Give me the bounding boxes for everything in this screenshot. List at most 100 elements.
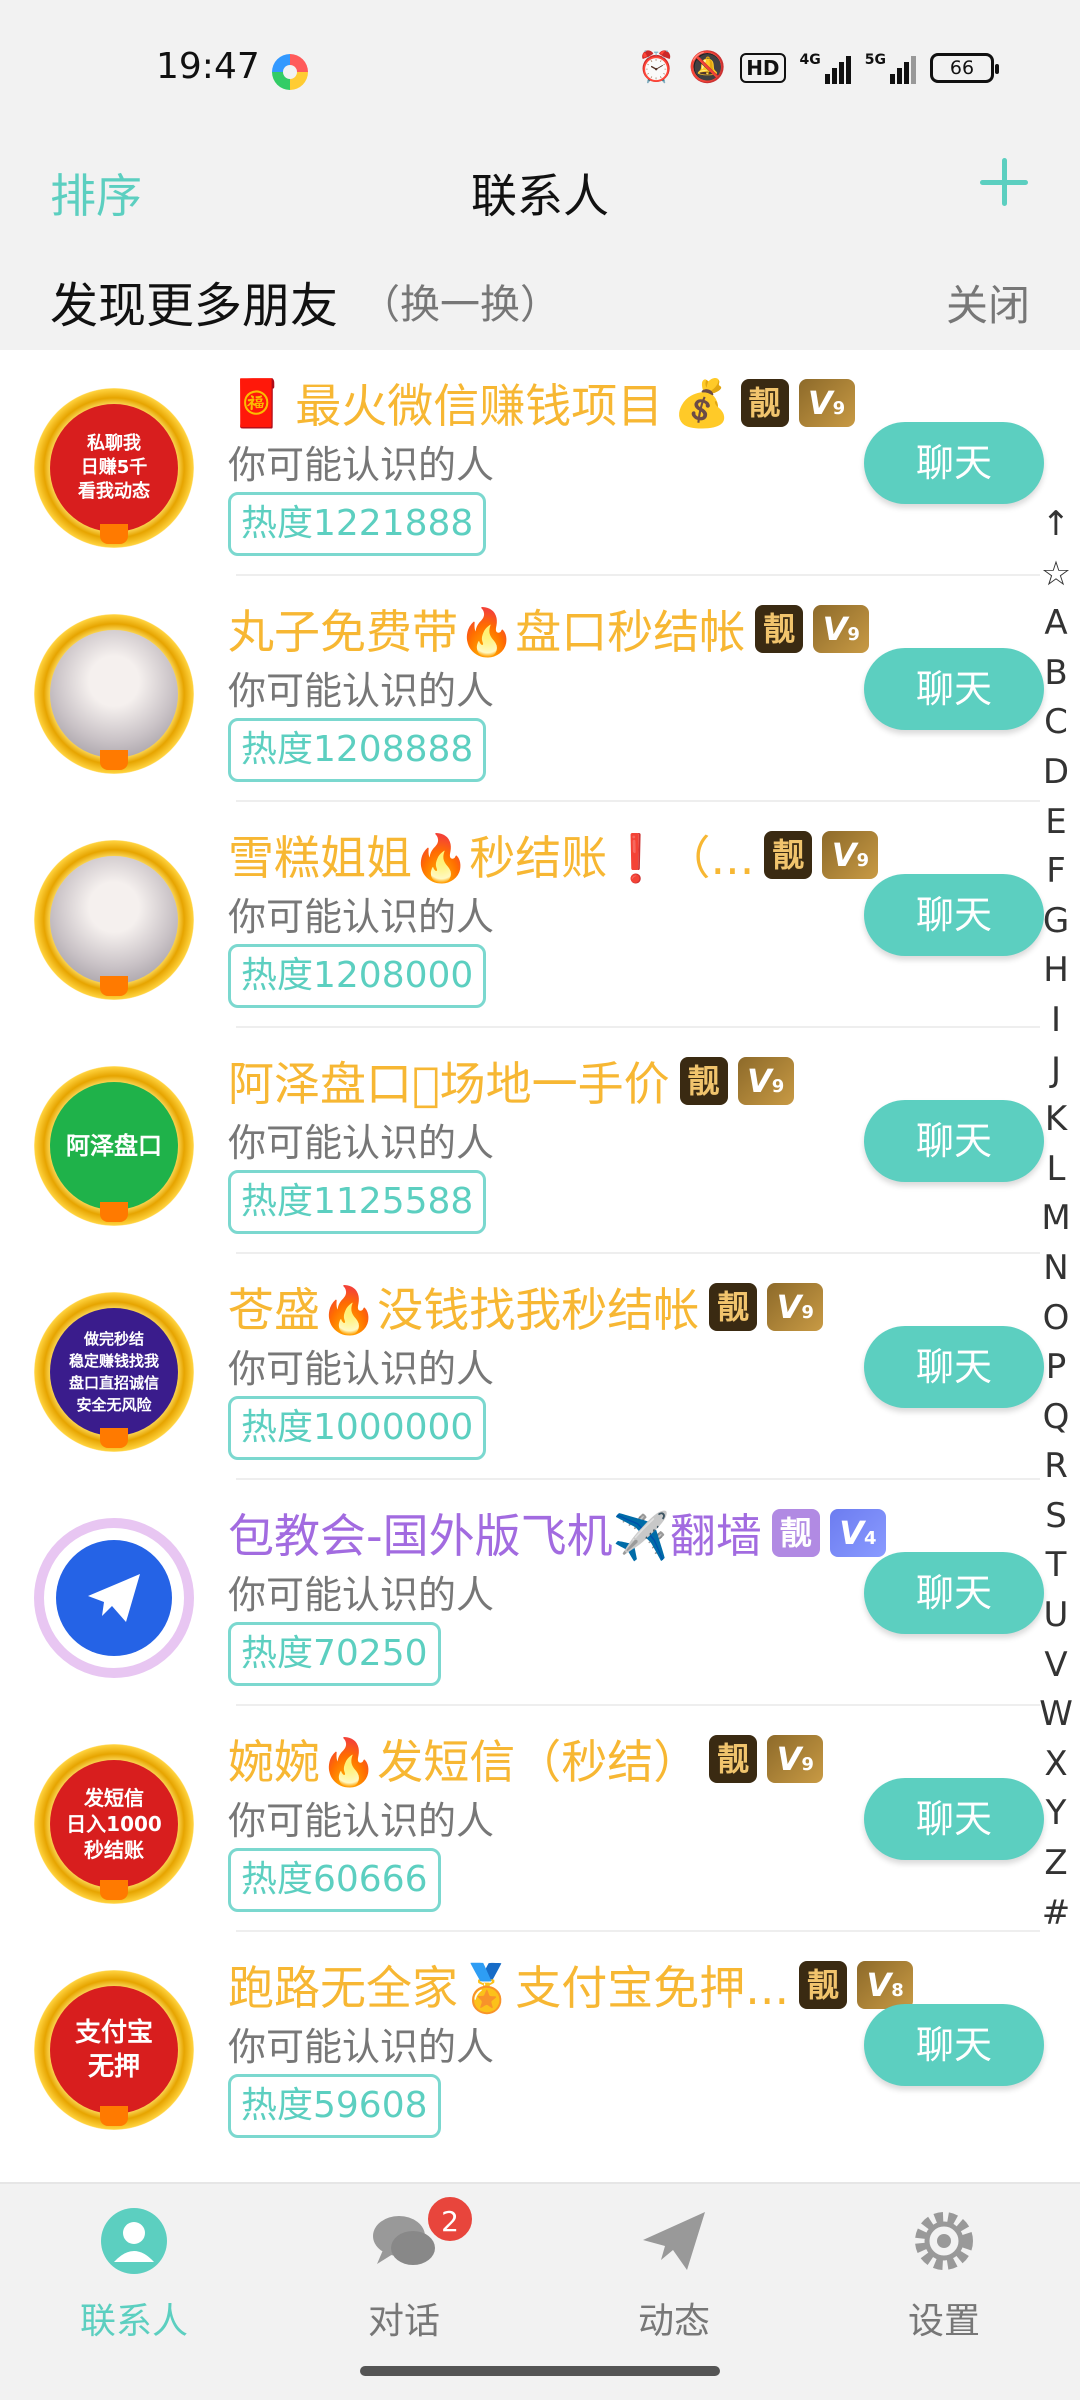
contact-name: 包教会-国外版飞机✈️翻墙 靓 V4 [228,1500,886,1566]
page-title: 联系人 [471,169,609,223]
avatar[interactable]: 私聊我 日赚5千 看我动态 [34,388,194,548]
avatar[interactable] [34,1518,194,1678]
index-letter[interactable]: H [1043,946,1069,996]
chat-button[interactable]: 聊天 [864,648,1044,730]
index-letter[interactable]: D [1043,748,1069,798]
refresh-button[interactable]: （换一换） [360,272,560,330]
nav-moments[interactable]: 动态 [574,2206,774,2344]
chat-button[interactable]: 聊天 [864,1100,1044,1182]
index-letter[interactable]: U [1044,1591,1069,1641]
avatar[interactable] [34,840,194,1000]
index-letter[interactable]: N [1043,1244,1068,1294]
heat-badge: 热度1208000 [228,944,487,1008]
index-letter[interactable]: O [1043,1294,1070,1344]
liang-badge: 靓 [755,605,804,653]
chat-button[interactable]: 聊天 [864,874,1044,956]
index-letter[interactable]: ↑ [1042,500,1071,550]
index-letter[interactable]: J [1051,1046,1061,1096]
liang-badge: 靓 [764,831,813,879]
avatar-image: 支付宝 无押 [50,1986,178,2114]
chat-button[interactable]: 聊天 [864,2004,1044,2086]
vip-badge: V9 [798,379,855,427]
avatar[interactable]: 发短信 日入1000 秒结账 [34,1744,194,1904]
index-letter[interactable]: R [1044,1442,1068,1492]
chat-button[interactable]: 聊天 [864,422,1044,504]
index-letter[interactable]: P [1046,1343,1067,1393]
vip-badge: V9 [767,1283,824,1331]
liang-badge: 靓 [709,1735,758,1783]
liang-badge: 靓 [799,1961,848,2009]
crown-icon [100,976,128,996]
liang-badge: 靓 [709,1283,758,1331]
contact-row[interactable]: 雪糕姐姐🔥秒结账❗（... 靓 V9 你可能认识的人 热度1208000 聊天 [0,802,1080,1028]
avatar[interactable]: 做完秒结 稳定赚钱找我 盘口直招诚信 安全无风险 [34,1292,194,1452]
avatar-image: 私聊我 日赚5千 看我动态 [50,404,178,532]
heat-badge: 热度1221888 [228,492,487,556]
index-letter[interactable]: ☆ [1041,550,1071,600]
home-indicator[interactable] [360,2366,720,2376]
index-letter[interactable]: V [1044,1641,1067,1691]
index-letter[interactable]: Y [1046,1789,1067,1839]
index-letter[interactable]: A [1044,599,1067,649]
index-letter[interactable]: S [1045,1492,1067,1542]
nav-label: 动态 [637,2301,710,2342]
unread-badge: 2 [425,2194,475,2244]
avatar-image [50,856,178,984]
heat-badge: 热度1208888 [228,718,487,782]
index-letter[interactable]: I [1051,996,1061,1046]
chat-button[interactable]: 聊天 [864,1778,1044,1860]
nav-label: 联系人 [79,2301,188,2342]
index-letter[interactable]: L [1047,1145,1066,1195]
crown-icon [100,1428,128,1448]
crown-icon [100,750,128,770]
avatar[interactable]: 支付宝 无押 [34,1970,194,2130]
vip-badge: V9 [813,605,870,653]
crown-icon [100,524,128,544]
index-letter[interactable]: W [1039,1690,1073,1740]
plus-icon[interactable] [980,158,1028,206]
close-button[interactable]: 关闭 [946,272,1030,333]
alphabet-index-bar[interactable]: ↑ ☆ A B C D E F G H I J K L M N O P Q R S T U V W X Y Z # [1036,500,1076,1938]
contact-row[interactable]: 支付宝 无押 跑路无全家🏅支付宝免押... 靓 V8 你可能认识的人 热度596… [0,1932,1080,2158]
index-letter[interactable]: Z [1044,1839,1067,1889]
nav-contacts[interactable]: 联系人 [34,2206,234,2344]
index-letter[interactable]: M [1041,1194,1070,1244]
contact-subtitle: 你可能认识的人 [228,2025,495,2069]
avatar[interactable]: 阿泽盘口 [34,1066,194,1226]
nav-label: 设置 [907,2301,980,2342]
avatar[interactable] [34,614,194,774]
index-letter[interactable]: X [1044,1740,1067,1790]
contact-row[interactable]: 发短信 日入1000 秒结账 婉婉🔥发短信（秒结） 靓 V9 你可能认识的人 热… [0,1706,1080,1932]
crown-icon [100,2106,128,2126]
paper-plane-icon [639,2206,709,2276]
index-letter[interactable]: K [1045,1095,1067,1145]
index-letter[interactable]: C [1044,698,1068,748]
contact-subtitle: 你可能认识的人 [228,1121,495,1165]
index-letter[interactable]: # [1042,1889,1071,1939]
nav-label: 对话 [367,2301,440,2342]
contact-row[interactable]: 做完秒结 稳定赚钱找我 盘口直招诚信 安全无风险 苍盛🔥没钱找我秒结帐 靓 V9… [0,1254,1080,1480]
contact-name: 苍盛🔥没钱找我秒结帐 靓 V9 [228,1274,824,1340]
avatar-image [50,630,178,758]
index-letter[interactable]: F [1046,847,1066,897]
nav-chats[interactable]: 2 对话 [304,2194,504,2344]
red-envelope-icon: 🧧 [228,375,286,430]
contact-row[interactable]: 丸子免费带🔥盘口秒结帐 靓 V9 你可能认识的人 热度1208888 聊天 [0,576,1080,802]
index-letter[interactable]: B [1044,649,1067,699]
mute-icon: 🔕 [688,50,727,85]
chat-button[interactable]: 聊天 [864,1326,1044,1408]
chat-bubble-icon: 2 [369,2194,475,2276]
chat-button[interactable]: 聊天 [864,1552,1044,1634]
contact-row[interactable]: 私聊我 日赚5千 看我动态 🧧 最火微信赚钱项目 💰 靓 V9 你可能认识的人 热… [0,350,1080,576]
contact-row[interactable]: 阿泽盘口 阿泽盘口 场地一手价 靓 V9 你可能认识的人 热度1125588 聊… [0,1028,1080,1254]
nav-settings[interactable]: 设置 [844,2206,1044,2344]
contact-subtitle: 你可能认识的人 [228,1799,495,1843]
contact-row[interactable]: 包教会-国外版飞机✈️翻墙 靓 V4 你可能认识的人 热度70250 聊天 [0,1480,1080,1706]
index-letter[interactable]: Q [1043,1393,1070,1443]
index-letter[interactable]: T [1046,1541,1067,1591]
avatar-image: 做完秒结 稳定赚钱找我 盘口直招诚信 安全无风险 [50,1308,178,1436]
vip-badge: V4 [829,1509,886,1557]
heat-badge: 热度1000000 [228,1396,487,1460]
index-letter[interactable]: G [1043,897,1069,947]
index-letter[interactable]: E [1045,798,1066,848]
